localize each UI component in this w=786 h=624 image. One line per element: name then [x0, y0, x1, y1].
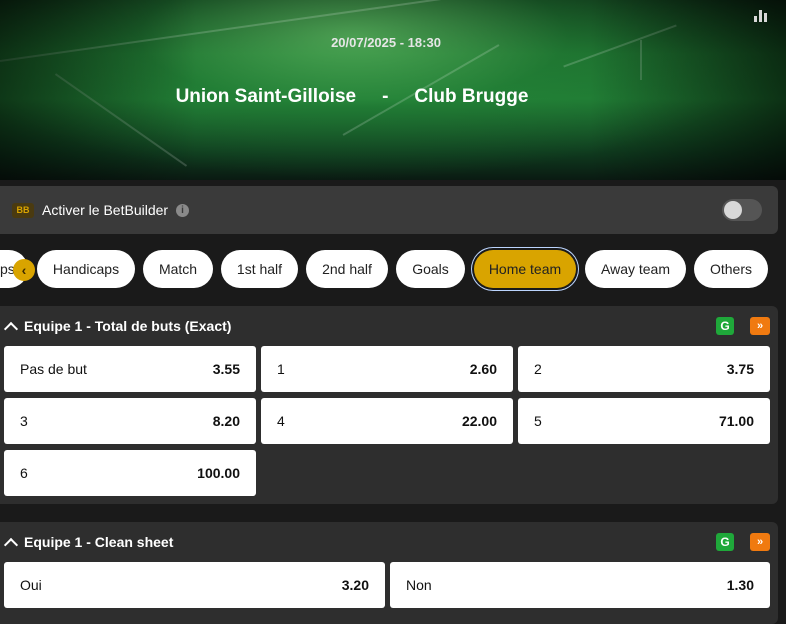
odd-label: Non: [406, 577, 432, 593]
odd-label: 3: [20, 413, 28, 429]
tab-others[interactable]: Others: [694, 250, 768, 288]
odd-label: 5: [534, 413, 542, 429]
odd-label: 1: [277, 361, 285, 377]
info-icon[interactable]: i: [176, 203, 190, 217]
chevron-up-icon[interactable]: [3, 537, 19, 552]
match-header: 20/07/2025 - 18:30 Union Saint-Gilloise …: [0, 0, 786, 180]
odd-button[interactable]: Oui 3.20: [4, 562, 385, 608]
market-clean-sheet: Equipe 1 - Clean sheet G » Oui 3.20 Non …: [0, 522, 778, 624]
odd-value: 2.60: [469, 361, 497, 377]
odd-value: 100.00: [197, 465, 240, 481]
cashout-icon[interactable]: G: [716, 317, 734, 335]
odd-label: Oui: [20, 577, 42, 593]
odd-value: 3.20: [341, 577, 369, 593]
tab-home-team[interactable]: Home team: [474, 250, 576, 288]
odd-button[interactable]: Pas de but 3.55: [4, 346, 256, 392]
market-total-goals: Equipe 1 - Total de buts (Exact) G » Pas…: [0, 306, 778, 504]
cashout-icon[interactable]: G: [716, 533, 734, 551]
market-title: Equipe 1 - Total de buts (Exact): [24, 318, 232, 334]
match-teams: Union Saint-Gilloise - Club Brugge: [0, 86, 704, 108]
odd-value: 1.30: [726, 577, 754, 593]
odd-button[interactable]: Non 1.30: [390, 562, 770, 608]
tab-match[interactable]: Match: [143, 250, 213, 288]
tab-goals[interactable]: Goals: [396, 250, 465, 288]
away-team-name: Club Brugge: [414, 86, 529, 107]
odd-button[interactable]: 1 2.60: [261, 346, 513, 392]
match-date: 20/07/2025 - 18:30: [331, 35, 441, 50]
stats-icon[interactable]: [754, 8, 768, 22]
tab-2nd-half[interactable]: 2nd half: [306, 250, 388, 288]
odd-value: 71.00: [718, 413, 754, 429]
odd-button[interactable]: 2 3.75: [518, 346, 770, 392]
odd-button[interactable]: 4 22.00: [261, 398, 513, 444]
odd-button[interactable]: 6 100.00: [4, 450, 256, 496]
odd-label: 2: [534, 361, 542, 377]
odd-label: 6: [20, 465, 28, 481]
chevron-up-icon[interactable]: [3, 321, 19, 336]
home-team-name: Union Saint-Gilloise: [175, 86, 357, 107]
tab-1st-half[interactable]: 1st half: [221, 250, 298, 288]
tab-handicaps[interactable]: Handicaps: [37, 250, 135, 288]
market-header[interactable]: Equipe 1 - Total de buts (Exact) G »: [0, 306, 778, 346]
odd-value: 22.00: [461, 413, 497, 429]
market-title: Equipe 1 - Clean sheet: [24, 534, 174, 550]
chevron-left-icon[interactable]: ‹: [13, 259, 35, 281]
team-separator: -: [382, 86, 389, 107]
market-tabs: ps ‹ Handicaps Match 1st half 2nd half G…: [0, 248, 786, 292]
odd-label: 4: [277, 413, 285, 429]
odd-button[interactable]: 5 71.00: [518, 398, 770, 444]
odd-value: 3.75: [726, 361, 754, 377]
odd-button[interactable]: 3 8.20: [4, 398, 256, 444]
betbuilder-badge: BB: [12, 202, 34, 218]
tab-away-team[interactable]: Away team: [585, 250, 686, 288]
odd-value: 3.55: [212, 361, 240, 377]
odd-value: 8.20: [212, 413, 240, 429]
odd-label: Pas de but: [20, 361, 87, 377]
fast-forward-icon[interactable]: »: [750, 317, 770, 335]
betbuilder-toggle[interactable]: [722, 199, 762, 221]
betbuilder-label: Activer le BetBuilder: [42, 202, 169, 218]
toggle-knob: [724, 201, 742, 219]
betbuilder-bar: BB Activer le BetBuilder i: [0, 186, 778, 234]
market-header[interactable]: Equipe 1 - Clean sheet G »: [0, 522, 778, 562]
fast-forward-icon[interactable]: »: [750, 533, 770, 551]
